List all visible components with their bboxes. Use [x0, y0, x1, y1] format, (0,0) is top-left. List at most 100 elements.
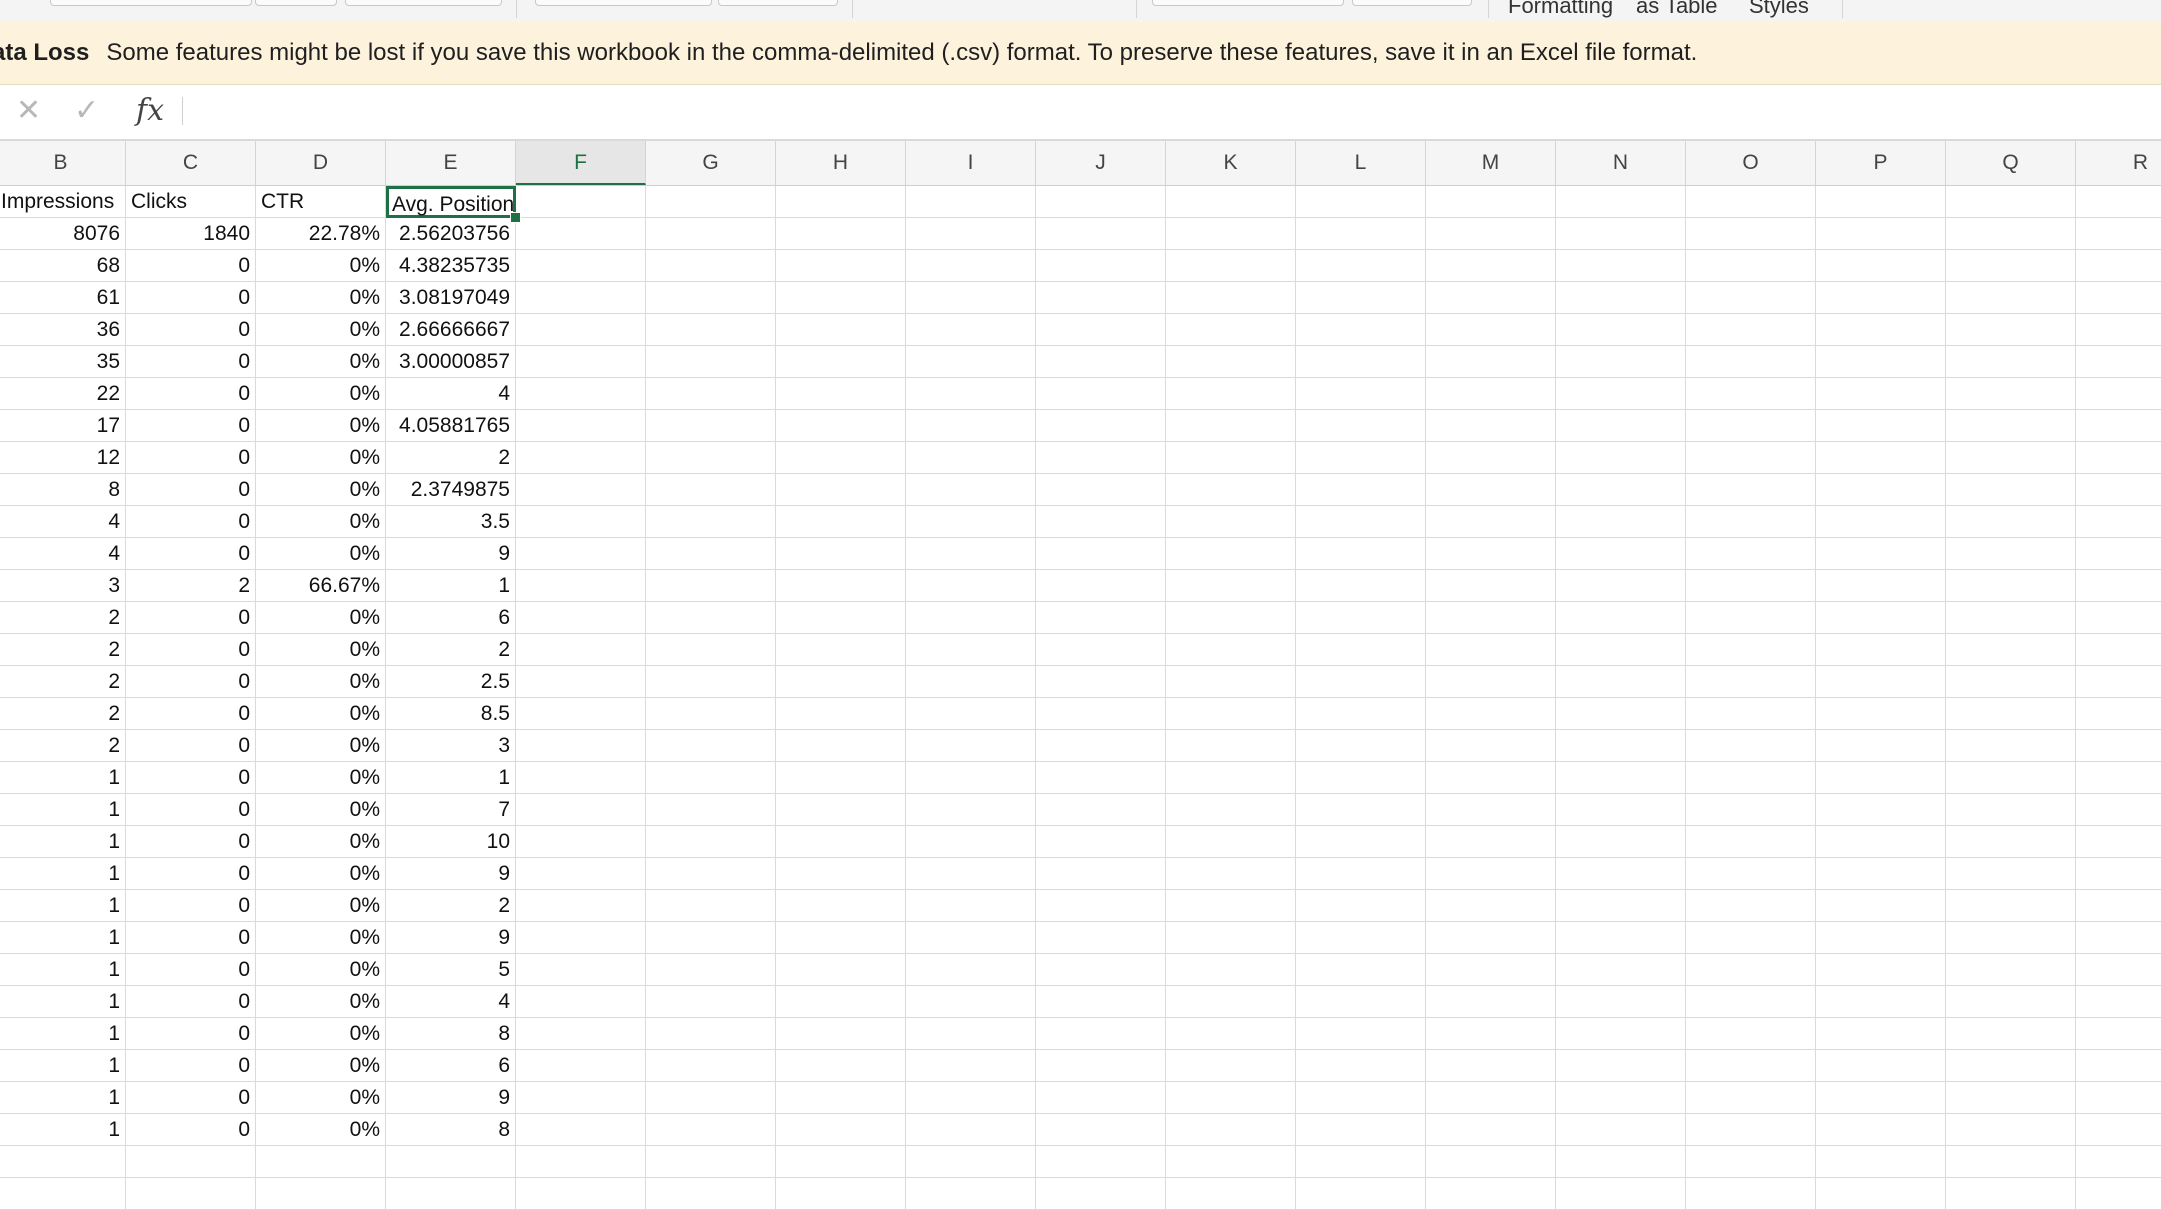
empty-cell[interactable] — [516, 858, 646, 890]
empty-cell[interactable] — [516, 794, 646, 826]
empty-cell[interactable] — [1946, 538, 2076, 570]
data-cell[interactable]: 6 — [386, 1050, 516, 1082]
empty-cell[interactable] — [776, 1146, 906, 1178]
empty-cell[interactable] — [1426, 986, 1556, 1018]
data-cell[interactable]: 0 — [126, 762, 256, 794]
empty-cell[interactable] — [1816, 538, 1946, 570]
data-cell[interactable]: 0% — [256, 1050, 386, 1082]
empty-cell[interactable] — [1296, 186, 1426, 218]
ribbon-button[interactable] — [1152, 0, 1344, 6]
empty-cell[interactable] — [1946, 570, 2076, 602]
empty-cell[interactable] — [1036, 890, 1166, 922]
empty-cell[interactable] — [646, 538, 776, 570]
empty-cell[interactable] — [776, 986, 906, 1018]
data-cell[interactable]: 1 — [0, 922, 126, 954]
empty-cell[interactable] — [906, 346, 1036, 378]
empty-cell[interactable] — [1036, 442, 1166, 474]
data-cell[interactable]: 7 — [386, 794, 516, 826]
empty-cell[interactable] — [1426, 186, 1556, 218]
empty-cell[interactable] — [1686, 474, 1816, 506]
empty-cell[interactable] — [776, 826, 906, 858]
empty-cell[interactable] — [516, 218, 646, 250]
data-cell[interactable]: 0% — [256, 698, 386, 730]
empty-cell[interactable] — [1166, 570, 1296, 602]
data-cell[interactable]: 61 — [0, 282, 126, 314]
data-cell[interactable]: 8 — [386, 1018, 516, 1050]
empty-cell[interactable] — [516, 666, 646, 698]
data-cell[interactable]: 0 — [126, 346, 256, 378]
data-cell[interactable]: 10 — [386, 826, 516, 858]
empty-cell[interactable] — [906, 730, 1036, 762]
empty-cell[interactable] — [1426, 410, 1556, 442]
empty-cell[interactable] — [1296, 954, 1426, 986]
empty-cell[interactable] — [1296, 762, 1426, 794]
empty-cell[interactable] — [1946, 698, 2076, 730]
empty-cell[interactable] — [1426, 1050, 1556, 1082]
cancel-icon[interactable]: ✕ — [16, 95, 41, 127]
empty-cell[interactable] — [1556, 602, 1686, 634]
empty-cell[interactable] — [1036, 1178, 1166, 1210]
empty-cell[interactable] — [1036, 474, 1166, 506]
empty-cell[interactable] — [1166, 826, 1296, 858]
empty-cell[interactable] — [776, 602, 906, 634]
data-cell[interactable]: 0% — [256, 538, 386, 570]
empty-cell[interactable] — [1426, 858, 1556, 890]
empty-cell[interactable] — [2076, 378, 2161, 410]
empty-cell[interactable] — [2076, 1178, 2161, 1210]
empty-cell[interactable] — [1686, 1082, 1816, 1114]
conditional-formatting-label[interactable]: Formatting — [1508, 0, 1613, 18]
empty-cell[interactable] — [1426, 666, 1556, 698]
empty-cell[interactable] — [1946, 282, 2076, 314]
empty-cell[interactable] — [1426, 954, 1556, 986]
empty-cell[interactable] — [646, 698, 776, 730]
empty-cell[interactable] — [1556, 378, 1686, 410]
empty-cell[interactable] — [776, 698, 906, 730]
empty-cell[interactable] — [1686, 666, 1816, 698]
empty-cell[interactable] — [2076, 570, 2161, 602]
empty-cell[interactable] — [1166, 922, 1296, 954]
data-cell[interactable]: 2 — [0, 634, 126, 666]
empty-cell[interactable] — [1816, 218, 1946, 250]
empty-cell[interactable] — [516, 826, 646, 858]
data-cell[interactable]: 3.00000857 — [386, 346, 516, 378]
empty-cell[interactable] — [776, 1114, 906, 1146]
empty-cell[interactable] — [1816, 986, 1946, 1018]
empty-cell[interactable] — [1036, 730, 1166, 762]
empty-cell[interactable] — [1296, 218, 1426, 250]
empty-cell[interactable] — [1686, 1178, 1816, 1210]
data-cell[interactable]: 66.67% — [256, 570, 386, 602]
empty-cell[interactable] — [1166, 474, 1296, 506]
empty-cell[interactable] — [646, 282, 776, 314]
empty-cell[interactable] — [516, 1082, 646, 1114]
ribbon-button[interactable] — [255, 0, 337, 6]
empty-cell[interactable] — [386, 1178, 516, 1210]
empty-cell[interactable] — [1686, 1146, 1816, 1178]
empty-cell[interactable] — [1426, 506, 1556, 538]
empty-cell[interactable] — [646, 602, 776, 634]
empty-cell[interactable] — [1426, 1018, 1556, 1050]
empty-cell[interactable] — [1816, 1082, 1946, 1114]
empty-cell[interactable] — [1816, 698, 1946, 730]
empty-cell[interactable] — [1946, 858, 2076, 890]
column-header-d[interactable]: D — [256, 141, 386, 185]
data-cell[interactable]: 22.78% — [256, 218, 386, 250]
empty-cell[interactable] — [1036, 602, 1166, 634]
empty-cell[interactable] — [1036, 826, 1166, 858]
empty-cell[interactable] — [776, 1178, 906, 1210]
column-header-i[interactable]: I — [906, 141, 1036, 185]
empty-cell[interactable] — [906, 698, 1036, 730]
empty-cell[interactable] — [516, 1178, 646, 1210]
empty-cell[interactable] — [1296, 410, 1426, 442]
data-cell[interactable]: 5 — [386, 954, 516, 986]
empty-cell[interactable] — [516, 1114, 646, 1146]
empty-cell[interactable] — [776, 538, 906, 570]
data-cell[interactable]: 2 — [126, 570, 256, 602]
data-cell[interactable]: 0% — [256, 954, 386, 986]
data-cell[interactable]: 0 — [126, 794, 256, 826]
empty-cell[interactable] — [2076, 602, 2161, 634]
empty-cell[interactable] — [1166, 730, 1296, 762]
empty-cell[interactable] — [646, 378, 776, 410]
data-cell[interactable]: 1 — [0, 794, 126, 826]
empty-cell[interactable] — [1296, 698, 1426, 730]
empty-cell[interactable] — [1166, 762, 1296, 794]
